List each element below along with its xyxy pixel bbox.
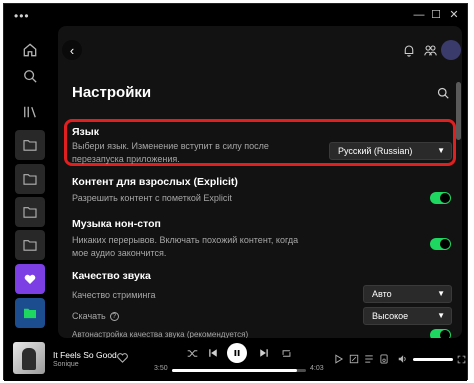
shuffle-icon[interactable] (185, 346, 199, 360)
folder-icon[interactable] (15, 230, 45, 260)
maximize-button[interactable]: ☐ (429, 8, 443, 22)
previous-track-icon[interactable] (206, 346, 220, 360)
title-bar: ••• — ☐ ✕ (4, 4, 467, 26)
streaming-quality-select[interactable]: Авто ▼ (363, 285, 452, 303)
progress-fill (172, 369, 297, 372)
streaming-quality-label: Качество стриминга (72, 290, 156, 300)
autoplay-toggle[interactable] (430, 238, 451, 250)
language-description: Выбери язык. Изменение вступит в силу по… (72, 141, 269, 164)
explicit-toggle[interactable] (430, 192, 451, 204)
streaming-quality-value: Авто (372, 289, 392, 299)
now-playing-view-icon[interactable] (333, 353, 345, 365)
quality-title: Качество звука (72, 270, 151, 282)
auto-quality-toggle[interactable] (430, 329, 451, 338)
close-button[interactable]: ✕ (447, 8, 461, 22)
playlist-tile[interactable] (15, 298, 45, 328)
explicit-description: Разрешить контент с пометкой Explicit (72, 193, 232, 203)
language-select-value: Русский (Russian) (338, 146, 413, 156)
friends-activity-icon[interactable] (422, 42, 438, 58)
bell-icon[interactable] (401, 42, 417, 58)
folder-icon[interactable] (15, 130, 45, 160)
home-icon[interactable] (16, 36, 44, 64)
queue-icon[interactable] (363, 353, 375, 365)
search-icon[interactable] (16, 62, 44, 90)
liked-songs-tile[interactable] (15, 264, 45, 294)
track-title[interactable]: It Feels So Good (53, 350, 117, 360)
pause-icon (234, 350, 240, 356)
library-icon[interactable] (16, 98, 44, 126)
back-button[interactable]: ‹ (62, 40, 82, 60)
lyrics-icon[interactable] (348, 353, 360, 365)
explicit-title: Контент для взрослых (Explicit) (72, 176, 238, 188)
top-nav: ‹ (58, 26, 462, 72)
album-cover[interactable] (13, 342, 45, 374)
chevron-down-icon: ▼ (437, 311, 445, 320)
fullscreen-icon[interactable] (455, 353, 467, 365)
page-title: Настройки (72, 84, 152, 101)
auto-quality-label: Автонастройка качества звука (рекомендуе… (72, 330, 249, 338)
info-icon[interactable]: ? (109, 312, 119, 322)
download-quality-label: Скачать (72, 311, 106, 321)
heart-icon (24, 274, 36, 284)
language-select[interactable]: Русский (Russian) ▼ (329, 142, 452, 160)
download-quality-value: Высокое (372, 311, 409, 321)
search-icon[interactable] (437, 86, 451, 100)
chevron-down-icon: ▼ (437, 146, 445, 155)
folder-icon (24, 308, 36, 319)
repeat-icon[interactable] (279, 346, 293, 360)
sidebar (4, 26, 58, 336)
language-title: Язык (72, 126, 99, 138)
pause-button[interactable] (227, 343, 247, 363)
duration-time: 4:03 (310, 365, 324, 372)
connect-device-icon[interactable] (378, 353, 390, 365)
avatar[interactable] (441, 40, 461, 60)
next-track-icon[interactable] (257, 346, 271, 360)
heart-icon[interactable] (117, 350, 129, 363)
minimize-button[interactable]: — (412, 8, 426, 22)
progress-bar[interactable] (172, 369, 306, 372)
player-bar: It Feels So Good Sonique 3:50 4:03 (4, 338, 467, 381)
volume-icon[interactable] (396, 353, 408, 365)
folder-icon[interactable] (15, 197, 45, 227)
elapsed-time: 3:50 (154, 365, 168, 372)
download-quality-select[interactable]: Высокое ▼ (363, 307, 452, 325)
download-quality-row: Скачать? (72, 311, 119, 322)
chevron-left-icon: ‹ (69, 42, 75, 58)
track-artist[interactable]: Sonique (53, 361, 79, 368)
scrollbar[interactable] (456, 82, 461, 140)
volume-slider[interactable] (413, 358, 453, 361)
chevron-down-icon: ▼ (437, 289, 445, 298)
folder-icon[interactable] (15, 164, 45, 194)
autoplay-description: Никаких перерывов. Включать похожий конт… (72, 235, 299, 258)
settings-panel: ‹ Настройки Язык Выбери язык. Изменение … (58, 26, 462, 338)
app-window: ••• — ☐ ✕ ‹ Настройки Язык Выбери язык. … (3, 3, 468, 381)
menu-dots-icon[interactable]: ••• (14, 9, 30, 23)
autoplay-title: Музыка нон-стоп (72, 218, 161, 230)
